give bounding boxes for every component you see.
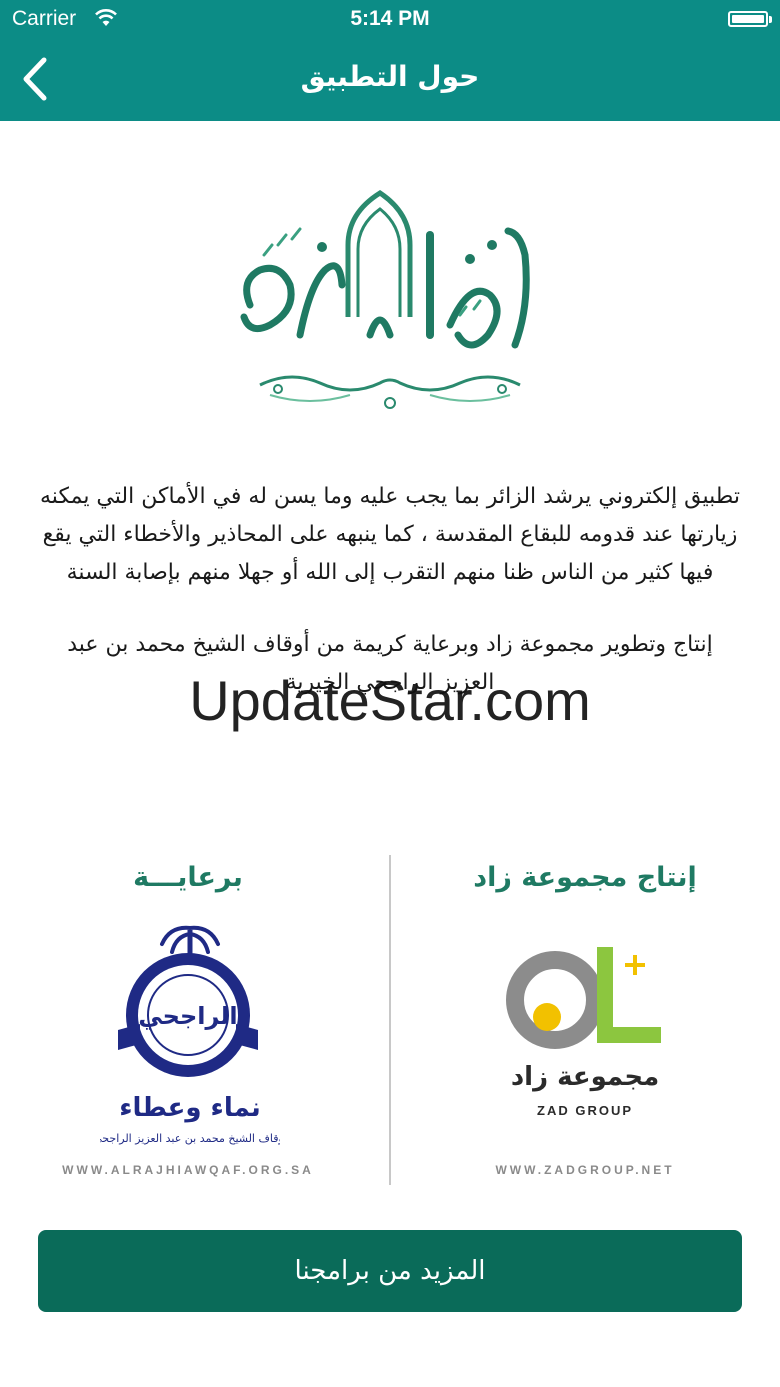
app-logo <box>230 185 550 417</box>
zad-english-text: ZAD GROUP <box>537 1103 633 1118</box>
more-programs-button[interactable]: المزيد من برامجنا <box>38 1230 742 1312</box>
nav-bar: حول التطبيق <box>0 40 780 121</box>
alrajhi-logo-icon: الراجحي نماء وعطاء أوقاف الشيخ محمد بن ع… <box>100 925 280 1145</box>
sponsor-subtitle: أوقاف الشيخ محمد بن عبد العزيز الراجحي <box>100 1131 280 1145</box>
status-time: 5:14 PM <box>350 7 430 30</box>
status-bar: Carrier 5:14 PM <box>0 0 780 40</box>
page-title: حول التطبيق <box>300 60 480 93</box>
zad-arabic-text: مجموعة زاد <box>511 1062 659 1092</box>
vertical-divider <box>389 855 391 1185</box>
producer-url: WWW.ZADGROUP.NET <box>495 1163 675 1177</box>
battery-tip <box>769 16 772 23</box>
producer-title: إنتاج مجموعة زاد <box>473 862 697 893</box>
battery-icon <box>728 11 768 27</box>
zad-logo-icon: مجموعة زاد ZAD GROUP <box>506 947 661 1118</box>
sponsor-logo-text: الراجحي <box>138 1002 237 1030</box>
watermark: UpdateStar.com <box>189 669 591 732</box>
sponsor-tagline: نماء وعطاء <box>119 1093 261 1123</box>
sponsor-url: WWW.ALRAJHIAWQAF.ORG.SA <box>62 1163 314 1177</box>
calligraphy-logo-icon <box>240 190 530 409</box>
intro-text: تطبيق إلكتروني يرشد الزائر بما يجب عليه … <box>40 484 740 585</box>
sponsor-title: برعايـــة <box>133 862 243 893</box>
